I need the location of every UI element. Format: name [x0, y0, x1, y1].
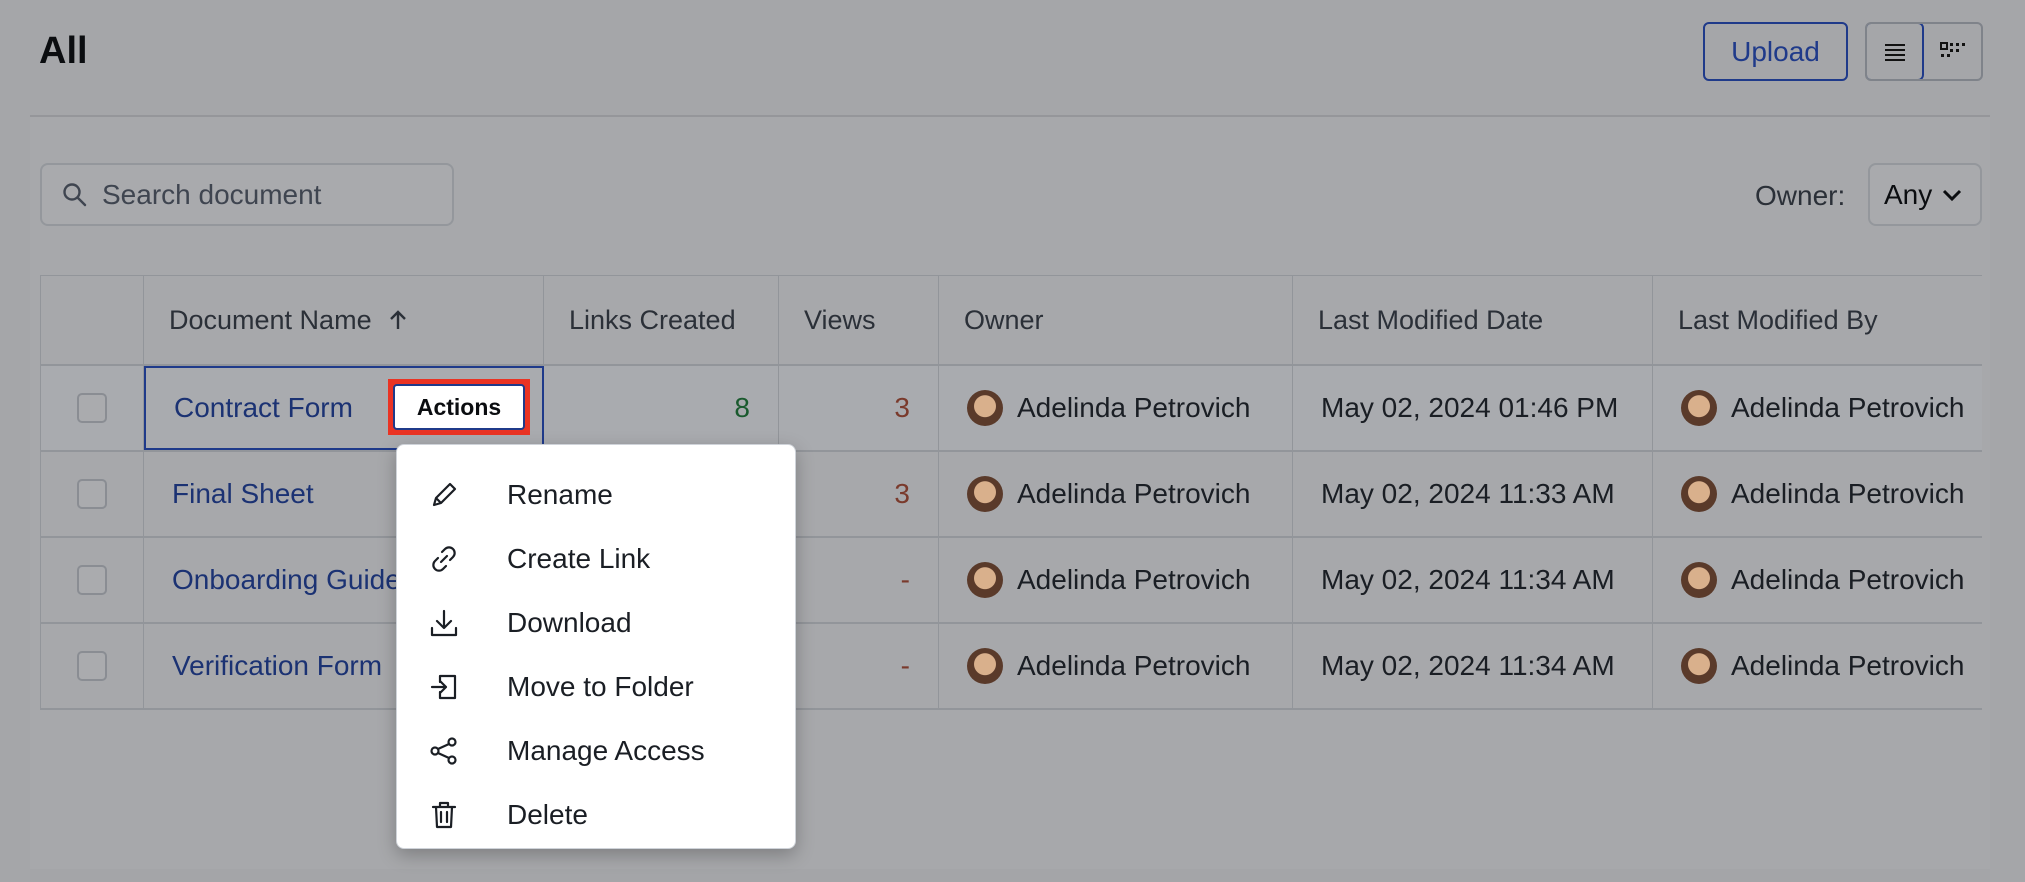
table-row[interactable]: Final Sheet 3 Adelinda Petrovich May 02,… — [40, 452, 1982, 538]
document-link[interactable]: Onboarding Guide — [172, 564, 401, 596]
menu-item-download[interactable]: Download — [397, 591, 795, 655]
upload-button[interactable]: Upload — [1703, 22, 1848, 81]
search-input[interactable]: Search document — [40, 163, 454, 226]
views-value: - — [900, 650, 910, 681]
table-row[interactable]: Onboarding Guide - Adelinda Petrovich Ma… — [40, 538, 1982, 624]
menu-item-rename[interactable]: Rename — [397, 463, 795, 527]
move-to-folder-icon — [427, 670, 461, 704]
links-created-value: 8 — [734, 392, 750, 423]
last-modified-date: May 02, 2024 11:34 AM — [1321, 564, 1615, 595]
actions-menu: Rename Create Link Download Move to Fold… — [396, 444, 796, 849]
last-modified-by-name: Adelinda Petrovich — [1731, 392, 1965, 423]
document-link[interactable]: Verification Form — [172, 650, 382, 682]
menu-item-create-link[interactable]: Create Link — [397, 527, 795, 591]
link-icon — [427, 542, 461, 576]
pencil-icon — [427, 478, 461, 512]
page-title: All — [39, 30, 88, 72]
menu-item-manage-access[interactable]: Manage Access — [397, 719, 795, 783]
document-link[interactable]: Contract Form — [174, 392, 353, 424]
avatar — [967, 562, 1003, 598]
download-icon — [427, 606, 461, 640]
last-modified-by-name: Adelinda Petrovich — [1731, 478, 1965, 509]
views-value: 3 — [894, 392, 910, 423]
chevron-down-icon — [1943, 189, 1962, 201]
view-toggle — [1865, 22, 1983, 81]
grid-icon — [1939, 41, 1965, 57]
table-row[interactable]: Verification Form - Adelinda Petrovich M… — [40, 624, 1982, 710]
last-modified-date: May 02, 2024 11:33 AM — [1321, 478, 1615, 509]
row-checkbox[interactable] — [77, 651, 107, 681]
avatar — [1681, 562, 1717, 598]
column-header-links-created[interactable]: Links Created — [544, 276, 779, 364]
column-header-owner[interactable]: Owner — [939, 276, 1293, 364]
owner-filter-label: Owner: — [1755, 180, 1846, 211]
column-header-last-modified-date[interactable]: Last Modified Date — [1293, 276, 1653, 364]
menu-item-move-to-folder[interactable]: Move to Folder — [397, 655, 795, 719]
list-icon — [1884, 43, 1905, 61]
row-checkbox[interactable] — [77, 393, 107, 423]
views-value: 3 — [894, 478, 910, 509]
last-modified-by-name: Adelinda Petrovich — [1731, 650, 1965, 681]
list-view-button[interactable] — [1867, 24, 1925, 79]
last-modified-date: May 02, 2024 11:34 AM — [1321, 650, 1615, 681]
table-header-row: Document Name Links Created Views Owner … — [40, 276, 1982, 366]
column-header-views[interactable]: Views — [779, 276, 939, 364]
grid-view-button[interactable] — [1924, 24, 1981, 79]
row-checkbox[interactable] — [77, 479, 107, 509]
last-modified-by-name: Adelinda Petrovich — [1731, 564, 1965, 595]
actions-button[interactable]: Actions — [388, 379, 530, 435]
last-modified-date: May 02, 2024 01:46 PM — [1321, 392, 1619, 423]
owner-name: Adelinda Petrovich — [1017, 392, 1251, 423]
owner-name: Adelinda Petrovich — [1017, 478, 1251, 509]
avatar — [967, 476, 1003, 512]
owner-name: Adelinda Petrovich — [1017, 650, 1251, 681]
menu-item-delete[interactable]: Delete — [397, 783, 795, 847]
row-checkbox[interactable] — [77, 565, 107, 595]
sort-ascending-icon — [389, 310, 406, 329]
documents-table: Document Name Links Created Views Owner … — [40, 275, 1982, 710]
owner-filter-value: Any — [1884, 178, 1933, 210]
avatar — [1681, 648, 1717, 684]
column-header-document-name[interactable]: Document Name — [144, 276, 544, 364]
trash-icon — [427, 798, 461, 832]
document-link[interactable]: Final Sheet — [172, 478, 314, 510]
search-icon — [63, 182, 87, 206]
owner-name: Adelinda Petrovich — [1017, 564, 1251, 595]
header-select-cell — [40, 276, 144, 364]
column-header-last-modified-by[interactable]: Last Modified By — [1653, 276, 1982, 364]
owner-filter-select[interactable]: Any — [1868, 163, 1982, 226]
share-icon — [427, 734, 461, 768]
avatar — [1681, 476, 1717, 512]
avatar — [967, 648, 1003, 684]
table-row[interactable]: Contract Form 8 3 Adelinda Petrovich May… — [40, 366, 1982, 452]
actions-button-label: Actions — [393, 384, 525, 430]
avatar — [967, 390, 1003, 426]
search-placeholder: Search document — [102, 178, 322, 210]
views-value: - — [900, 564, 910, 595]
avatar — [1681, 390, 1717, 426]
